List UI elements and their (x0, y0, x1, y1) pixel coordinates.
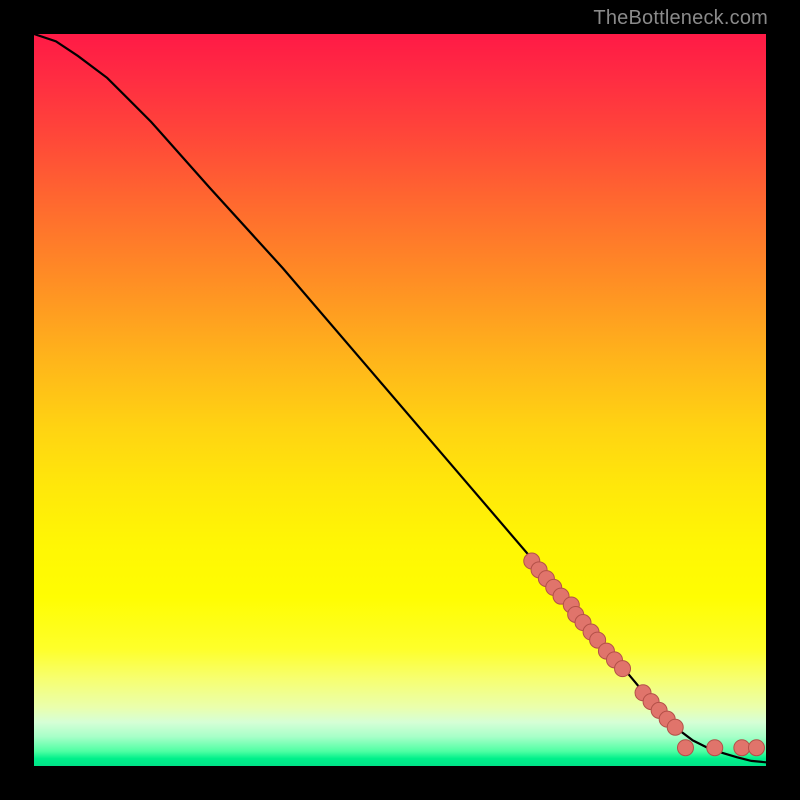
marker-dot (677, 740, 693, 756)
marker-dot (615, 661, 631, 677)
marker-dot (734, 740, 750, 756)
marker-dot (748, 740, 764, 756)
chart-frame: TheBottleneck.com (0, 0, 800, 800)
marker-dot (667, 719, 683, 735)
watermark-text: TheBottleneck.com (593, 7, 768, 30)
chart-svg (34, 34, 766, 766)
highlight-markers-group (524, 553, 765, 756)
marker-dot (707, 740, 723, 756)
bottleneck-curve-line (34, 34, 766, 762)
plot-area (34, 34, 766, 766)
